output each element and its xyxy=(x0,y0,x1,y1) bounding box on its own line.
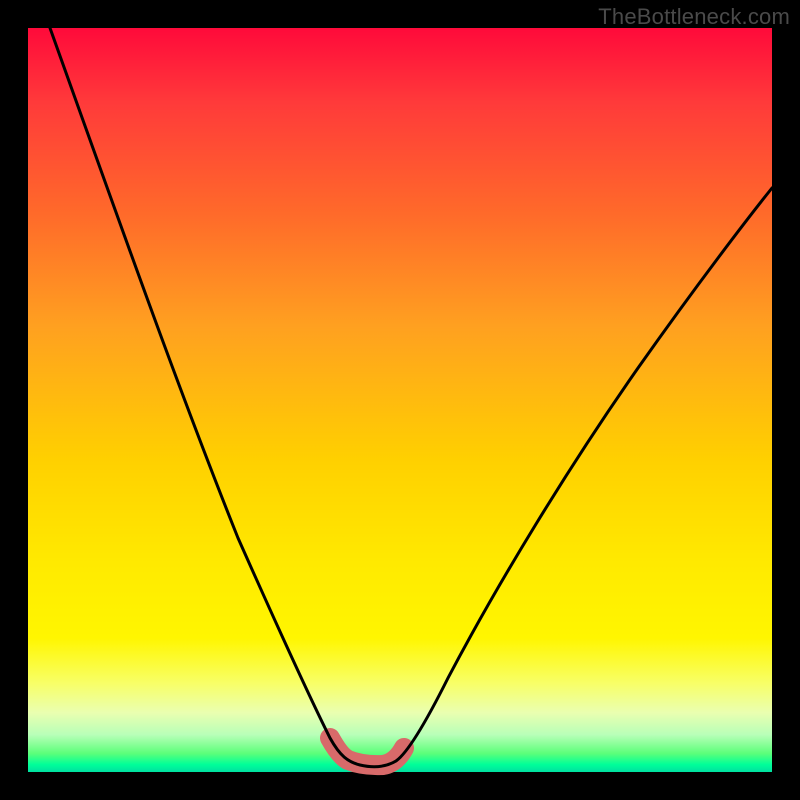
chart-svg xyxy=(28,28,772,772)
bottleneck-curve xyxy=(50,28,772,767)
chart-frame: TheBottleneck.com xyxy=(0,0,800,800)
chart-plot-area xyxy=(28,28,772,772)
watermark-text: TheBottleneck.com xyxy=(598,4,790,30)
